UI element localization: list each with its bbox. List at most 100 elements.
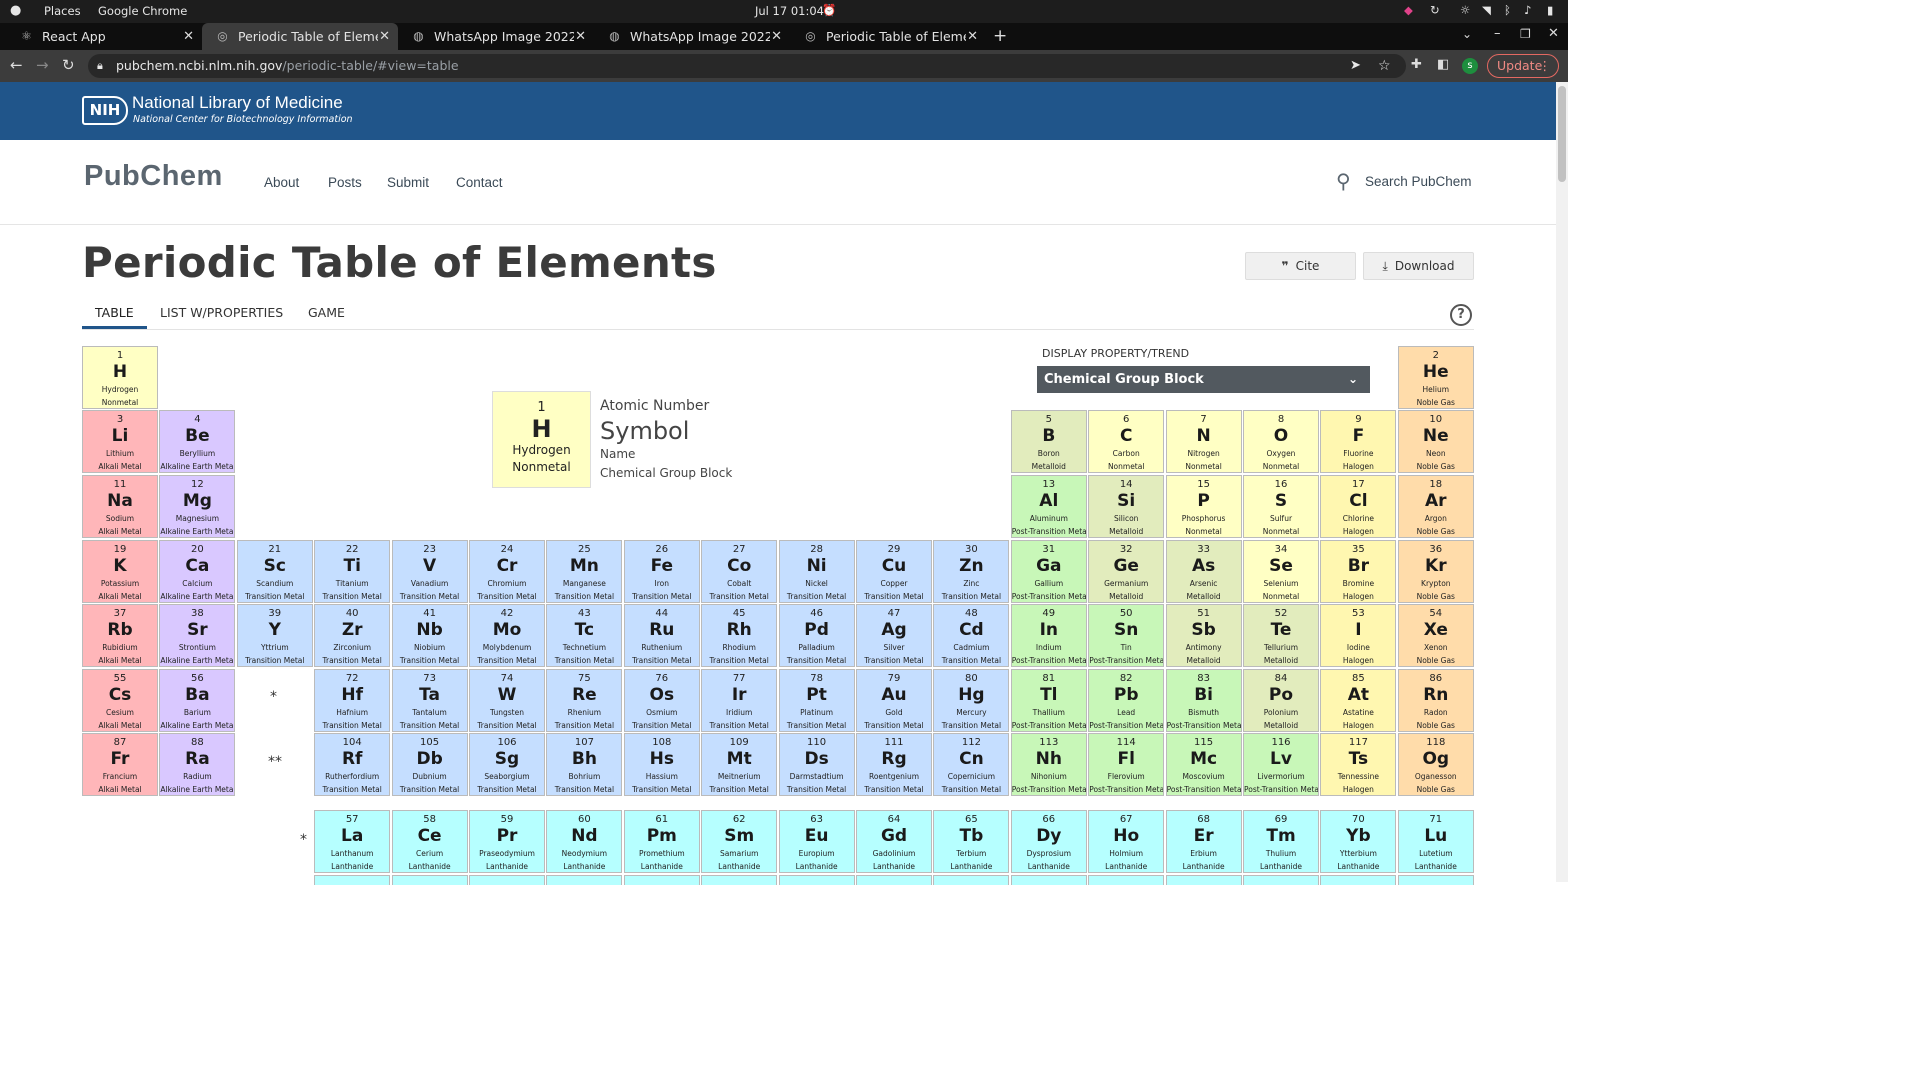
element-tl[interactable]: 81 Tl Thallium Post-Transition Metal (1010, 669, 1087, 732)
element-ca[interactable]: 20 Ca Calcium Alkaline Earth Metal (159, 540, 236, 603)
element-nb[interactable]: 41 Nb Niobium Transition Metal (391, 604, 468, 667)
element-cu[interactable]: 29 Cu Copper Transition Metal (856, 540, 932, 603)
element-cl[interactable]: 17 Cl Chlorine Halogen (1320, 475, 1397, 538)
element-fl[interactable]: 114 Fl Flerovium Post-Transition Metal (1088, 733, 1165, 796)
element-ts[interactable]: 117 Ts Tennessine Halogen (1320, 733, 1397, 796)
element-in[interactable]: 49 In Indium Post-Transition Metal (1010, 604, 1087, 667)
element-mc[interactable]: 115 Mc Moscovium Post-Transition Metal (1165, 733, 1242, 796)
element-cs[interactable]: 55 Cs Cesium Alkali Metal (82, 669, 158, 732)
actinide-cell-partial[interactable] (623, 875, 700, 885)
display-property-select[interactable]: Chemical Group Block ⌄ (1037, 366, 1370, 393)
tab-whatsapp-image-1[interactable]: ◍ WhatsApp Image 2022-07✕ (398, 23, 594, 50)
brightness-icon[interactable]: ☼ (1460, 3, 1470, 17)
element-si[interactable]: 14 Si Silicon Metalloid (1088, 475, 1165, 538)
element-ag[interactable]: 47 Ag Silver Transition Metal (856, 604, 932, 667)
actinide-cell-partial[interactable] (1010, 875, 1087, 885)
side-panel-icon[interactable]: ◧ (1437, 57, 1449, 72)
back-icon[interactable]: ← (10, 56, 23, 74)
element-al[interactable]: 13 Al Aluminum Post-Transition Metal (1010, 475, 1087, 538)
element-nd[interactable]: 60 Nd Neodymium Lanthanide (546, 810, 623, 873)
element-tc[interactable]: 43 Tc Technetium Transition Metal (546, 604, 623, 667)
nav-submit[interactable]: Submit (387, 175, 429, 190)
element-v[interactable]: 23 V Vanadium Transition Metal (391, 540, 468, 603)
element-yb[interactable]: 70 Yb Ytterbium Lanthanide (1320, 810, 1397, 873)
close-icon[interactable]: ✕ (967, 29, 978, 44)
element-pd[interactable]: 46 Pd Palladium Transition Metal (778, 604, 855, 667)
element-fe[interactable]: 26 Fe Iron Transition Metal (623, 540, 700, 603)
element-na[interactable]: 11 Na Sodium Alkali Metal (82, 475, 158, 538)
element-sg[interactable]: 106 Sg Seaborgium Transition Metal (469, 733, 545, 796)
element-hs[interactable]: 108 Hs Hassium Transition Metal (623, 733, 700, 796)
close-icon[interactable]: ✕ (379, 29, 390, 44)
scroll-thumb[interactable] (1558, 86, 1566, 182)
element-rn[interactable]: 86 Rn Radon Noble Gas (1397, 669, 1474, 732)
cite-button[interactable]: ❞ Cite (1245, 252, 1356, 280)
element-he[interactable]: 2 He Helium Noble Gas (1397, 346, 1474, 409)
element-mg[interactable]: 12 Mg Magnesium Alkaline Earth Metal (159, 475, 236, 538)
element-dy[interactable]: 66 Dy Dysprosium Lanthanide (1010, 810, 1087, 873)
element-te[interactable]: 52 Te Tellurium Metalloid (1243, 604, 1319, 667)
element-ir[interactable]: 77 Ir Iridium Transition Metal (701, 669, 778, 732)
element-w[interactable]: 74 W Tungsten Transition Metal (469, 669, 545, 732)
forward-icon[interactable]: → (36, 56, 49, 74)
tab-list-properties[interactable]: LIST W/PROPERTIES (160, 305, 283, 320)
element-ti[interactable]: 22 Ti Titanium Transition Metal (314, 540, 391, 603)
pubchem-logo[interactable]: PubChem (84, 160, 223, 193)
element-og[interactable]: 118 Og Oganesson Noble Gas (1397, 733, 1474, 796)
clock[interactable]: Jul 17 01:04 (755, 4, 824, 18)
app-menu[interactable]: Google Chrome (98, 4, 187, 18)
element-er[interactable]: 68 Er Erbium Lanthanide (1165, 810, 1242, 873)
battery-icon[interactable]: ▮ (1547, 3, 1553, 17)
close-icon[interactable]: ✕ (183, 29, 194, 44)
tab-react-app[interactable]: ⚛ React App ✕ (6, 23, 202, 50)
element-rb[interactable]: 37 Rb Rubidium Alkali Metal (82, 604, 158, 667)
tab-periodic-table-2[interactable]: ◎ Periodic Table of Element✕ (790, 23, 986, 50)
element-sm[interactable]: 62 Sm Samarium Lanthanide (701, 810, 778, 873)
element-db[interactable]: 105 Db Dubnium Transition Metal (391, 733, 468, 796)
element-ra[interactable]: 88 Ra Radium Alkaline Earth Metal (159, 733, 236, 796)
element-lu[interactable]: 71 Lu Lutetium Lanthanide (1397, 810, 1474, 873)
element-eu[interactable]: 63 Eu Europium Lanthanide (778, 810, 855, 873)
element-y[interactable]: 39 Y Yttrium Transition Metal (236, 604, 313, 667)
element-pr[interactable]: 59 Pr Praseodymium Lanthanide (469, 810, 545, 873)
element-rg[interactable]: 111 Rg Roentgenium Transition Metal (856, 733, 932, 796)
nih-logo[interactable]: NIH (82, 96, 128, 125)
element-mn[interactable]: 25 Mn Manganese Transition Metal (546, 540, 623, 603)
element-h[interactable]: 1 H Hydrogen Nonmetal (82, 346, 158, 409)
update-button[interactable]: Update ⋮ (1487, 54, 1559, 78)
element-kr[interactable]: 36 Kr Krypton Noble Gas (1397, 540, 1474, 603)
element-se[interactable]: 34 Se Selenium Nonmetal (1243, 540, 1319, 603)
element-be[interactable]: 4 Be Beryllium Alkaline Earth Metal (159, 410, 236, 473)
actinide-cell-partial[interactable] (933, 875, 1010, 885)
element-mo[interactable]: 42 Mo Molybdenum Transition Metal (469, 604, 545, 667)
nav-contact[interactable]: Contact (456, 175, 503, 190)
element-ru[interactable]: 44 Ru Ruthenium Transition Metal (623, 604, 700, 667)
element-rh[interactable]: 45 Rh Rhodium Transition Metal (701, 604, 778, 667)
element-gd[interactable]: 64 Gd Gadolinium Lanthanide (856, 810, 932, 873)
url-bar[interactable]: 🔒︎ pubchem.ncbi.nlm.nih.gov/periodic-tab… (88, 54, 1406, 78)
extensions-icon[interactable]: ✚ (1411, 57, 1422, 72)
element-li[interactable]: 3 Li Lithium Alkali Metal (82, 410, 158, 473)
actinide-cell-partial[interactable] (701, 875, 778, 885)
download-button[interactable]: ⤓ Download (1363, 252, 1474, 280)
element-b[interactable]: 5 B Boron Metalloid (1010, 410, 1087, 473)
help-icon[interactable]: ? (1450, 304, 1472, 326)
tab-table[interactable]: TABLE (95, 305, 134, 320)
element-ga[interactable]: 31 Ga Gallium Post-Transition Metal (1010, 540, 1087, 603)
element-ds[interactable]: 110 Ds Darmstadtium Transition Metal (778, 733, 855, 796)
new-tab-icon[interactable]: + (993, 26, 1007, 46)
minimize-icon[interactable]: – (1494, 26, 1501, 41)
element-ho[interactable]: 67 Ho Holmium Lanthanide (1088, 810, 1165, 873)
element-zr[interactable]: 40 Zr Zirconium Transition Metal (314, 604, 391, 667)
element-br[interactable]: 35 Br Bromine Halogen (1320, 540, 1397, 603)
tab-periodic-table-active[interactable]: ◎ Periodic Table of Element✕ (202, 23, 398, 50)
element-k[interactable]: 19 K Potassium Alkali Metal (82, 540, 158, 603)
close-icon[interactable]: ✕ (575, 29, 586, 44)
element-xe[interactable]: 54 Xe Xenon Noble Gas (1397, 604, 1474, 667)
element-tm[interactable]: 69 Tm Thulium Lanthanide (1243, 810, 1319, 873)
tab-whatsapp-image-2[interactable]: ◍ WhatsApp Image 2022-07✕ (594, 23, 790, 50)
wifi-icon[interactable]: ◥ (1482, 3, 1491, 17)
page-scrollbar[interactable] (1556, 82, 1568, 882)
element-s[interactable]: 16 S Sulfur Nonmetal (1243, 475, 1319, 538)
element-cr[interactable]: 24 Cr Chromium Transition Metal (469, 540, 545, 603)
